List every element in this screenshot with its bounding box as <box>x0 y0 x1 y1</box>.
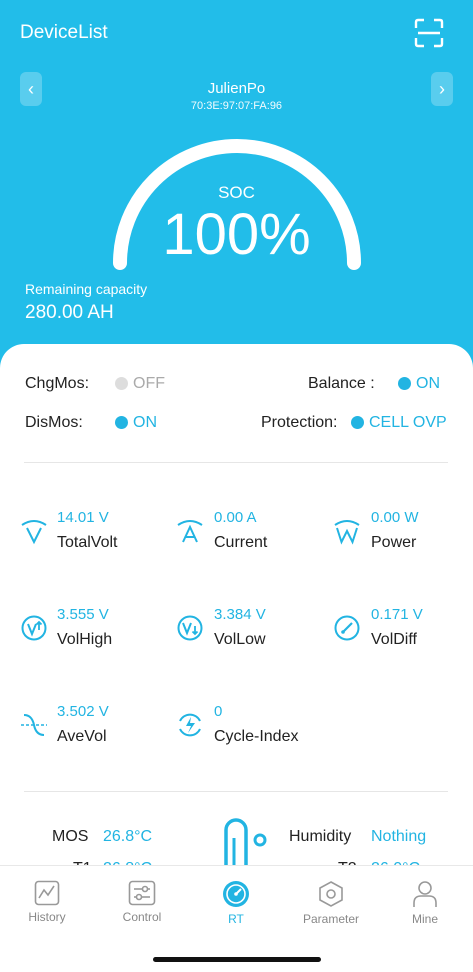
vol-high-label: VolHigh <box>57 631 113 648</box>
humidity-value: Nothing <box>371 828 427 845</box>
vol-low-icon <box>177 615 203 641</box>
device-name: JulienPo <box>207 80 266 97</box>
power-value: 0.00 W <box>371 509 419 526</box>
power-label: Power <box>371 534 417 551</box>
divider-bottom <box>24 791 448 792</box>
soc-label: SOC <box>218 183 255 202</box>
chgmos-indicator <box>115 377 128 390</box>
cycle-index-icon <box>179 713 201 737</box>
tab-parameter-label: Parameter <box>302 912 360 926</box>
ave-vol-label: AveVol <box>57 728 107 745</box>
total-volt-value: 14.01 V <box>57 509 109 526</box>
soc-value: 100% <box>162 202 311 267</box>
remaining-capacity-value: 280.00 AH <box>25 302 114 323</box>
total-volt-label: TotalVolt <box>57 534 118 551</box>
mine-icon <box>413 881 437 907</box>
ave-vol-value: 3.502 V <box>57 703 109 720</box>
current-label: Current <box>214 534 268 551</box>
balance-indicator <box>398 377 411 390</box>
chgmos-value: OFF <box>133 375 165 392</box>
tab-mine-label: Mine <box>411 912 438 926</box>
mos-temp-label: MOS <box>52 828 89 845</box>
protection-value: CELL OVP <box>369 414 447 431</box>
remaining-capacity-label: Remaining capacity <box>25 281 148 297</box>
tab-history[interactable]: History <box>7 880 87 940</box>
current-value: 0.00 A <box>214 509 257 526</box>
vol-high-icon <box>21 615 47 641</box>
chgmos-label: ChgMos: <box>25 375 90 392</box>
tab-history-label: History <box>28 910 66 924</box>
cycle-index-value: 0 <box>214 703 223 720</box>
total-volt-icon <box>21 520 47 545</box>
device-list-link[interactable]: DeviceList <box>20 22 108 44</box>
humidity-label: Humidity <box>289 828 352 845</box>
cycle-index-label: Cycle-Index <box>214 728 299 745</box>
tab-control[interactable]: Control <box>102 880 182 940</box>
header-panel: DeviceList ‹ › JulienPo 70:3E:97:07:FA:9… <box>0 0 473 380</box>
mos-temp-value: 26.8°C <box>103 828 153 845</box>
dismos-indicator <box>115 416 128 429</box>
home-indicator[interactable] <box>153 957 321 962</box>
vol-low-value: 3.384 V <box>214 606 266 623</box>
tab-rt[interactable]: RT <box>196 880 276 940</box>
tab-parameter[interactable]: Parameter <box>291 880 371 940</box>
vol-diff-value: 0.171 V <box>371 606 423 623</box>
ave-vol-icon <box>21 714 47 736</box>
dismos-label: DisMos: <box>25 414 83 431</box>
vol-diff-label: VolDiff <box>371 631 417 648</box>
vol-high-value: 3.555 V <box>57 606 109 623</box>
vol-diff-icon <box>334 615 360 641</box>
scan-qr-icon[interactable] <box>414 18 444 48</box>
tab-rt-label: RT <box>228 912 244 926</box>
current-icon <box>177 520 203 543</box>
tab-control-label: Control <box>122 910 162 924</box>
tab-mine[interactable]: Mine <box>385 880 465 940</box>
parameter-icon <box>319 881 343 907</box>
balance-label: Balance : <box>308 375 375 392</box>
vol-low-label: VolLow <box>214 631 266 648</box>
power-icon <box>334 520 360 545</box>
divider-top <box>24 462 448 463</box>
balance-value: ON <box>416 375 440 392</box>
protection-label: Protection: <box>261 414 338 431</box>
rt-icon <box>223 881 249 907</box>
history-icon <box>34 880 60 906</box>
protection-indicator <box>351 416 364 429</box>
bottom-tab-bar: History Control RT Parameter Mine <box>0 865 473 972</box>
control-icon <box>128 880 156 906</box>
dismos-value: ON <box>133 414 157 431</box>
device-mac: 70:3E:97:07:FA:96 <box>190 100 283 112</box>
